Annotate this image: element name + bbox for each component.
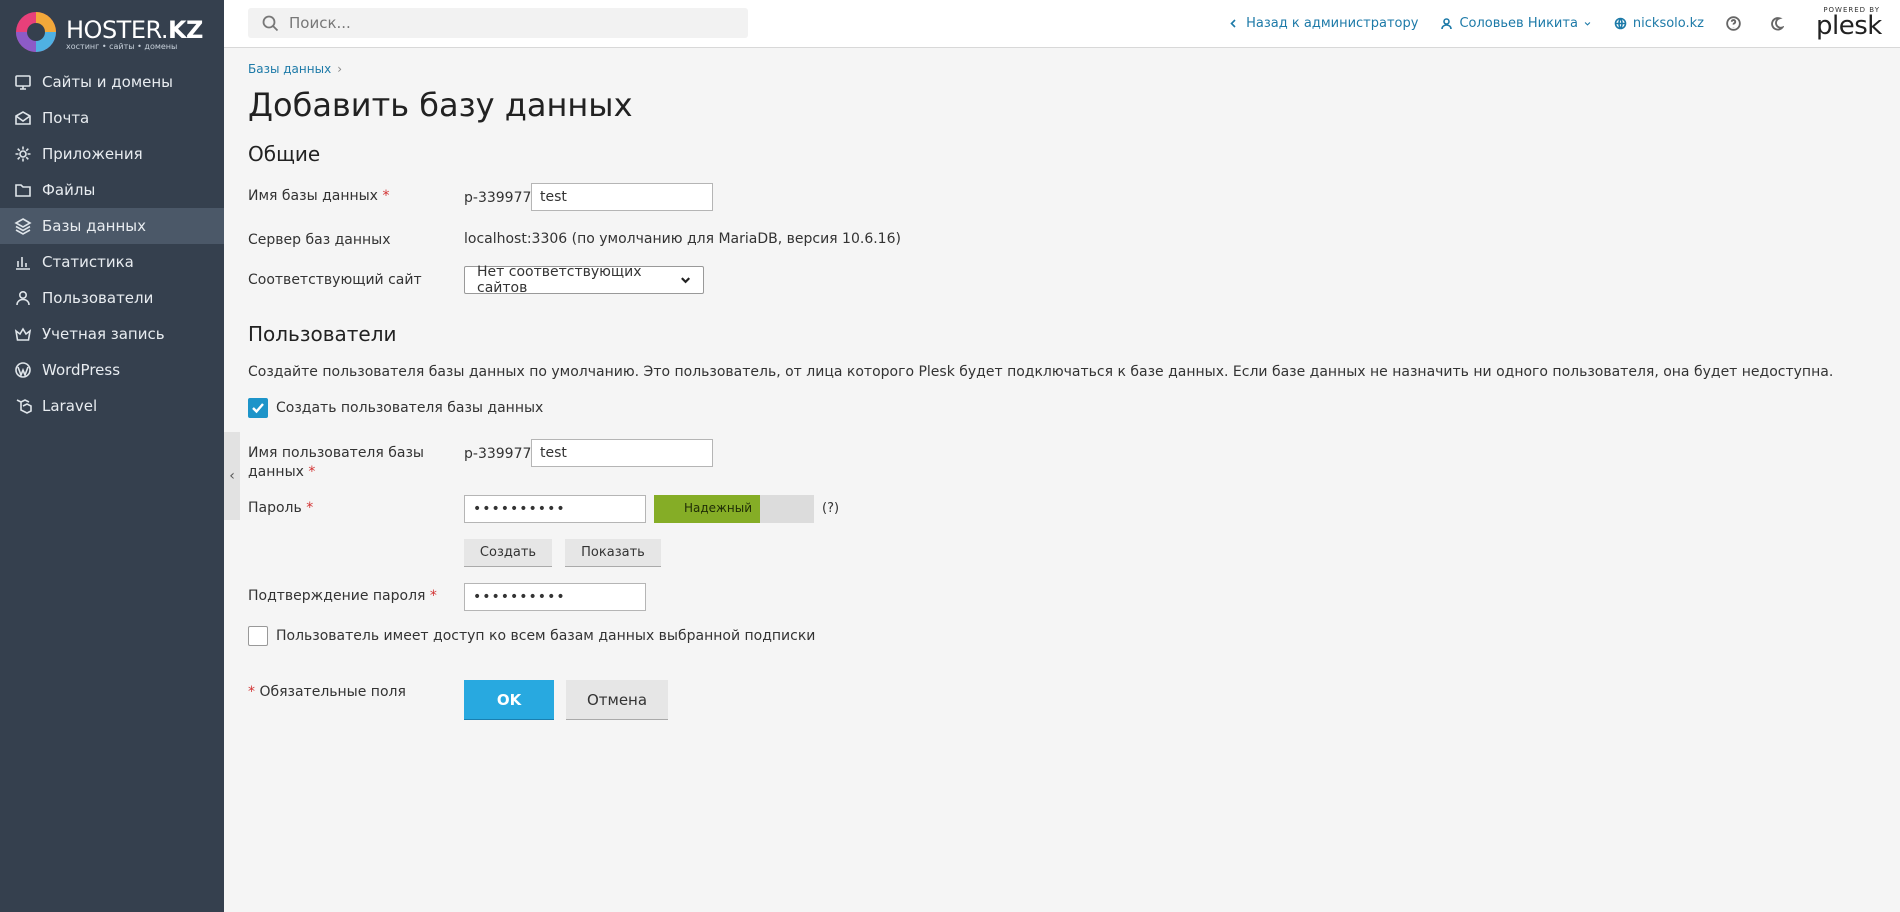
- db-server-value: localhost:3306 (по умолчанию для MariaDB…: [464, 231, 901, 247]
- gear-icon: [14, 145, 32, 163]
- sidebar-item-statistics[interactable]: Статистика: [0, 244, 224, 280]
- sidebar-item-label: Приложения: [42, 145, 143, 163]
- sidebar-item-label: Laravel: [42, 397, 98, 415]
- required-fields-note: * Обязательные поля: [248, 684, 406, 700]
- related-site-value: Нет соответствующих сайтов: [477, 264, 642, 296]
- check-icon: [252, 403, 264, 414]
- sidebar-item-users[interactable]: Пользователи: [0, 280, 224, 316]
- top-links: Назад к администратору Соловьев Никита n…: [1205, 0, 1790, 46]
- logo-tagline: хостинг • сайты • домены: [66, 42, 178, 51]
- sidebar-item-label: Почта: [42, 109, 90, 127]
- search-input[interactable]: [287, 13, 727, 33]
- db-server-label: Сервер баз данных: [248, 232, 391, 248]
- back-to-admin-link[interactable]: Назад к администратору: [1227, 16, 1418, 31]
- breadcrumb-databases[interactable]: Базы данных: [248, 62, 331, 76]
- user-icon: [1441, 17, 1453, 29]
- confirm-password-label: Подтверждение пароля *: [248, 588, 437, 604]
- monitor-icon: [14, 73, 32, 91]
- chevron-down-icon: [1584, 21, 1591, 26]
- sidebar-item-sites[interactable]: Сайты и домены: [0, 64, 224, 100]
- chevron-right-icon: ›: [337, 62, 342, 76]
- help-button[interactable]: [1726, 15, 1747, 31]
- sidebar-item-laravel[interactable]: Laravel: [0, 388, 224, 424]
- password-label: Пароль *: [248, 500, 314, 516]
- user-menu[interactable]: Соловьев Никита: [1440, 16, 1591, 31]
- sidebar-item-databases[interactable]: Базы данных: [0, 208, 224, 244]
- sidebar-item-files[interactable]: Файлы: [0, 172, 224, 208]
- users-description: Создайте пользователя базы данных по умо…: [248, 364, 1834, 380]
- topbar: Назад к администратору Соловьев Никита n…: [224, 0, 1900, 48]
- sidebar-item-apps[interactable]: Приложения: [0, 136, 224, 172]
- sidebar-item-account[interactable]: Учетная запись: [0, 316, 224, 352]
- crown-icon: [14, 325, 32, 343]
- layers-icon: [14, 217, 32, 235]
- laravel-icon: [14, 397, 32, 415]
- ok-button[interactable]: OK: [464, 680, 554, 720]
- search-box[interactable]: [248, 8, 748, 38]
- globe-icon: [1614, 17, 1627, 29]
- domain-link[interactable]: nicksolo.kz: [1614, 16, 1704, 31]
- user-name: Соловьев Никита: [1459, 15, 1578, 31]
- mail-icon: [14, 109, 32, 127]
- all-db-access-label: Пользователь имеет доступ ко всем базам …: [276, 628, 816, 644]
- password-help-link[interactable]: (?): [822, 501, 839, 516]
- general-section-title: Общие: [248, 142, 321, 166]
- create-user-checkbox[interactable]: [248, 398, 268, 418]
- logo-text: HOSTER.KZ: [66, 16, 203, 44]
- brand-logo[interactable]: HOSTER.KZ хостинг • сайты • домены: [0, 0, 224, 64]
- theme-toggle[interactable]: [1769, 16, 1790, 31]
- sidebar-item-label: Файлы: [42, 181, 96, 199]
- related-site-label: Соответствующий сайт: [248, 272, 422, 288]
- sidebar-nav: Сайты и домены Почта Приложения Файлы Ба…: [0, 64, 224, 424]
- password-strength-label: Надежный: [684, 501, 752, 515]
- bar-chart-icon: [14, 253, 32, 271]
- sidebar-item-label: Базы данных: [42, 217, 146, 235]
- sidebar-collapse-handle[interactable]: ‹: [224, 432, 240, 520]
- plesk-name: plesk: [1816, 11, 1882, 41]
- plesk-logo: POWERED BY plesk: [1816, 6, 1882, 42]
- help-icon: [1726, 15, 1741, 31]
- db-name-input[interactable]: [531, 183, 713, 211]
- logo-icon: [16, 12, 56, 52]
- domain-label: nicksolo.kz: [1632, 15, 1704, 31]
- password-strength-meter: Надежный: [654, 495, 814, 523]
- db-name-label: Имя базы данных *: [248, 188, 390, 204]
- sidebar-item-label: Учетная запись: [42, 325, 165, 343]
- wordpress-icon: [14, 361, 32, 379]
- cancel-button[interactable]: Отмена: [566, 680, 668, 720]
- chevron-left-icon: ‹: [229, 468, 235, 484]
- sidebar-item-mail[interactable]: Почта: [0, 100, 224, 136]
- back-to-admin-label: Назад к администратору: [1246, 15, 1419, 31]
- password-input[interactable]: [464, 495, 646, 523]
- show-password-button[interactable]: Показать: [565, 539, 661, 567]
- breadcrumb: Базы данных ›: [248, 62, 342, 76]
- sidebar-item-label: Статистика: [42, 253, 134, 271]
- sidebar-item-wordpress[interactable]: WordPress: [0, 352, 224, 388]
- create-user-label: Создать пользователя базы данных: [276, 400, 544, 416]
- search-icon: [262, 15, 279, 31]
- confirm-password-input[interactable]: [464, 583, 646, 611]
- folder-icon: [14, 181, 32, 199]
- generate-password-button[interactable]: Создать: [464, 539, 552, 567]
- users-section-title: Пользователи: [248, 322, 397, 346]
- sidebar-item-label: Пользователи: [42, 289, 154, 307]
- moon-icon: [1771, 16, 1784, 31]
- all-db-access-checkbox[interactable]: [248, 626, 268, 646]
- sidebar-item-label: Сайты и домены: [42, 73, 174, 91]
- username-prefix: p-339977_: [464, 446, 539, 462]
- user-icon: [14, 289, 32, 307]
- username-input[interactable]: [531, 439, 713, 467]
- username-label: Имя пользователя базы данных *: [248, 445, 424, 480]
- db-name-prefix: p-339977_: [464, 190, 539, 206]
- chevron-left-icon: [1230, 18, 1236, 28]
- page-title: Добавить базу данных: [248, 86, 633, 124]
- sidebar-item-label: WordPress: [42, 361, 121, 379]
- sidebar: HOSTER.KZ хостинг • сайты • домены Сайты…: [0, 0, 224, 912]
- related-site-select[interactable]: Нет соответствующих сайтов: [464, 264, 704, 296]
- chevron-down-icon: [680, 277, 690, 284]
